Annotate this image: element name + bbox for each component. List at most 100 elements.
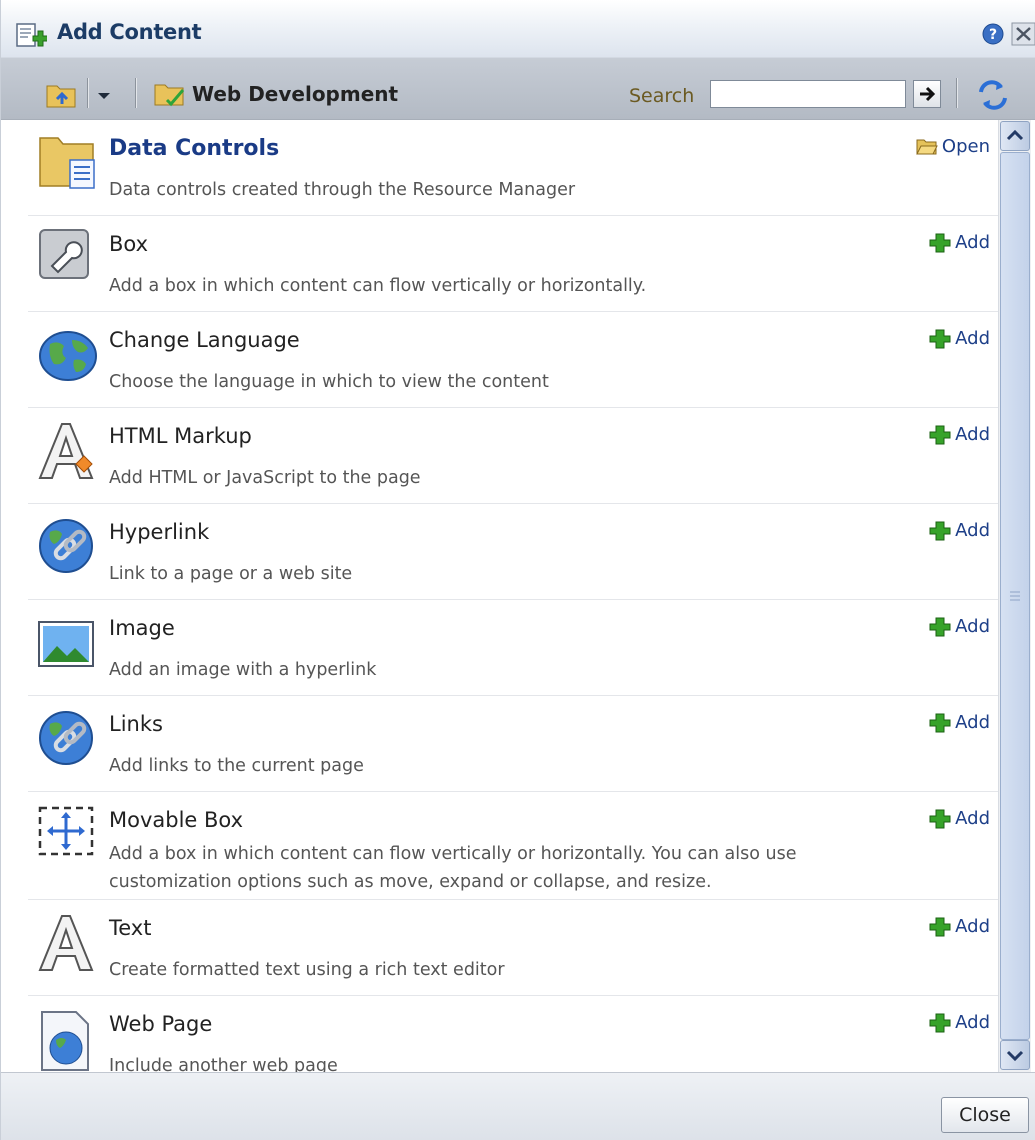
item-title[interactable]: Box (109, 232, 148, 256)
item-title[interactable]: Web Page (109, 1012, 212, 1036)
item-description: Add a box in which content can flow vert… (109, 276, 647, 296)
add-button[interactable]: Add (929, 328, 990, 349)
add-icon (929, 713, 951, 732)
add-label: Add (955, 424, 990, 445)
add-button[interactable]: Add (929, 916, 990, 937)
item-title[interactable]: Links (109, 712, 163, 736)
arrow-right-icon (920, 86, 936, 102)
add-icon (929, 521, 951, 540)
image-icon (38, 621, 94, 667)
add-button[interactable]: Add (929, 616, 990, 637)
content-list: Data Controls Data controls created thro… (28, 120, 998, 1072)
dialog-footer: Close (1, 1072, 1035, 1140)
add-label: Add (955, 1012, 990, 1033)
item-description: Add a box in which content can flow vert… (109, 844, 797, 892)
add-button[interactable]: Add (929, 232, 990, 253)
add-label: Add (955, 916, 990, 937)
item-description: Add links to the current page (109, 756, 364, 776)
add-icon (929, 917, 951, 936)
item-title[interactable]: HTML Markup (109, 424, 252, 448)
movable-box-icon (38, 806, 94, 856)
item-description: Include another web page (109, 1056, 338, 1072)
hyperlink-icon (39, 519, 93, 573)
help-icon[interactable]: ? (982, 23, 1004, 45)
add-label: Add (955, 520, 990, 541)
current-folder-name: Web Development (192, 82, 399, 106)
add-icon (929, 329, 951, 348)
links-icon (39, 711, 93, 765)
list-item: Change Language Choose the language in w… (28, 312, 998, 408)
item-title[interactable]: Change Language (109, 328, 300, 352)
chevron-down-icon (1006, 1050, 1024, 1062)
add-button[interactable]: Add (929, 520, 990, 541)
folder-icon (154, 84, 185, 107)
close-icon[interactable] (1011, 22, 1035, 46)
item-title[interactable]: Hyperlink (109, 520, 209, 544)
grip-icon (1010, 591, 1020, 601)
item-description: Add HTML or JavaScript to the page (109, 468, 421, 488)
list-item: Movable Box Add a box in which content c… (28, 792, 998, 900)
toolbar-divider (135, 78, 136, 108)
chevron-up-icon (1006, 129, 1024, 141)
scrollbar-thumb[interactable] (1000, 152, 1030, 1040)
add-icon (929, 617, 951, 636)
item-title[interactable]: Data Controls (109, 136, 279, 161)
chevron-down-icon[interactable] (94, 88, 114, 104)
vertical-scrollbar[interactable] (998, 120, 1031, 1072)
wrench-box-icon (39, 229, 89, 279)
add-label: Add (955, 232, 990, 253)
add-label: Add (955, 616, 990, 637)
add-button[interactable]: Add (929, 808, 990, 829)
list-item: HTML Markup Add HTML or JavaScript to th… (28, 408, 998, 504)
list-item: Box Add a box in which content can flow … (28, 216, 998, 312)
add-label: Add (955, 712, 990, 733)
toolbar-divider (956, 78, 957, 108)
toolbar: Web Development Search (1, 58, 1035, 120)
add-label: Add (955, 328, 990, 349)
add-icon (929, 809, 951, 828)
add-button[interactable]: Add (929, 1012, 990, 1033)
list-item: Data Controls Data controls created thro… (28, 120, 998, 216)
search-input[interactable] (710, 80, 906, 108)
folder-up-icon[interactable] (45, 80, 79, 110)
web-page-icon (41, 1011, 89, 1071)
add-content-icon (16, 23, 47, 47)
item-description: Create formatted text using a rich text … (109, 960, 505, 980)
add-icon (929, 425, 951, 444)
refresh-icon[interactable] (975, 78, 1011, 112)
list-item: Image Add an image with a hyperlink Add (28, 600, 998, 696)
open-button[interactable]: Open (916, 136, 990, 157)
globe-icon (39, 331, 97, 381)
folder-open-icon (916, 139, 938, 154)
item-description: Data controls created through the Resour… (109, 180, 576, 200)
scroll-down-button[interactable] (1000, 1040, 1030, 1070)
list-item: Text Create formatted text using a rich … (28, 900, 998, 996)
scroll-up-button[interactable] (1000, 121, 1030, 151)
dialog-title: Add Content (57, 20, 202, 44)
add-button[interactable]: Add (929, 424, 990, 445)
list-item: Web Page Include another web page Add (28, 996, 998, 1072)
item-title[interactable]: Movable Box (109, 808, 243, 832)
text-icon (38, 915, 94, 971)
toolbar-divider (87, 78, 88, 108)
folder-icon (39, 137, 95, 189)
add-icon (929, 233, 951, 252)
dialog-title-bar: Add Content ? (1, 0, 1035, 58)
item-title[interactable]: Text (109, 916, 151, 940)
svg-text:?: ? (989, 27, 997, 43)
add-content-dialog: Add Content ? Web Development Search Dat… (0, 0, 1035, 1140)
item-description: Choose the language in which to view the… (109, 372, 549, 392)
add-icon (929, 1013, 951, 1032)
list-item: Hyperlink Link to a page or a web site A… (28, 504, 998, 600)
search-go-button[interactable] (913, 80, 941, 108)
open-label: Open (941, 136, 990, 157)
list-item: Links Add links to the current page Add (28, 696, 998, 792)
item-title[interactable]: Image (109, 616, 175, 640)
close-button[interactable]: Close (941, 1097, 1029, 1133)
add-label: Add (955, 808, 990, 829)
search-label: Search (629, 85, 695, 107)
add-button[interactable]: Add (929, 712, 990, 733)
item-description: Link to a page or a web site (109, 564, 353, 584)
html-markup-icon (38, 423, 94, 479)
item-description: Add an image with a hyperlink (109, 660, 377, 680)
